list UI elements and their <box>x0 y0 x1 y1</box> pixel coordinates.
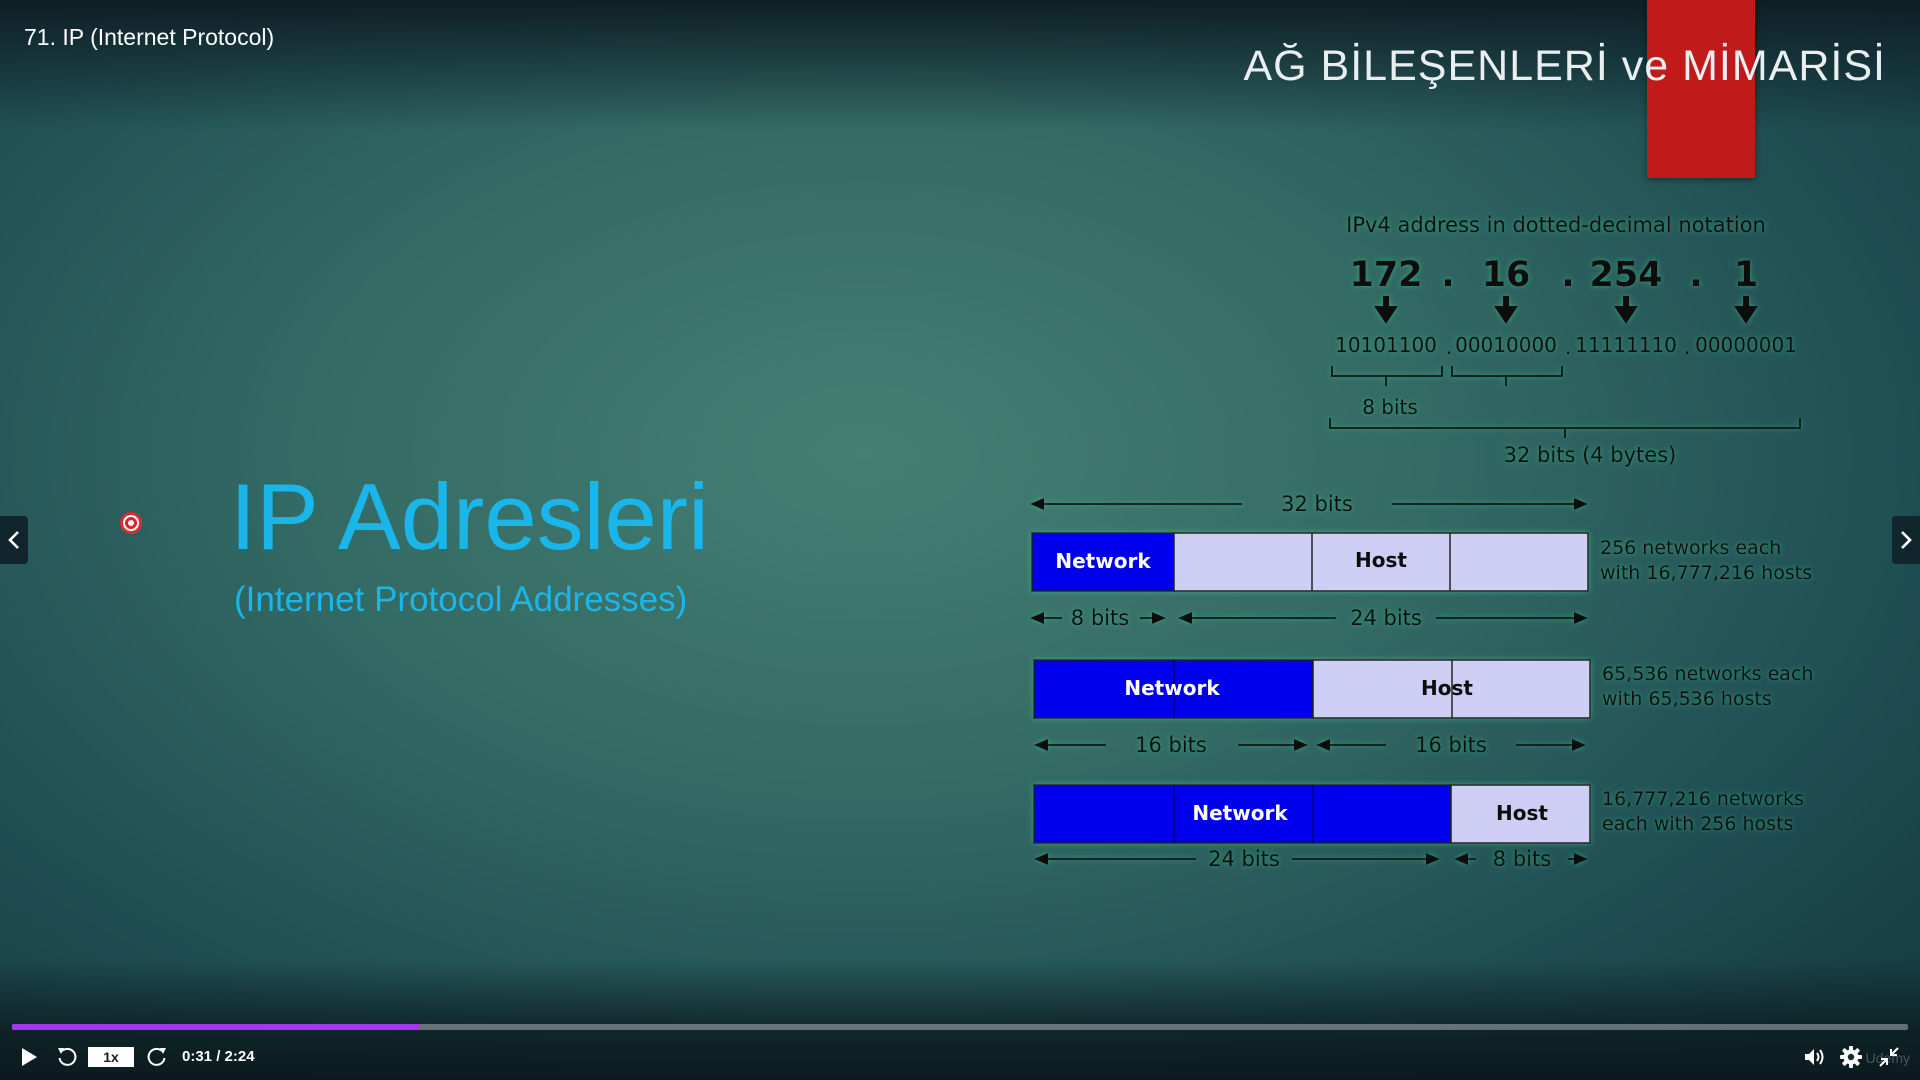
class-a-host-label: Host <box>1355 548 1407 572</box>
play-button[interactable] <box>14 1042 44 1072</box>
class-a-left-bits: 8 bits <box>1071 606 1129 630</box>
binary-dot-2: . <box>1565 335 1571 359</box>
class-c-desc-line2: each with 256 hosts <box>1602 813 1793 835</box>
progress-bar[interactable] <box>12 1024 1908 1030</box>
class-b-bar <box>1033 659 1591 719</box>
gear-icon <box>1840 1046 1862 1068</box>
class-b-right-bits: 16 bits <box>1415 733 1487 757</box>
class-b-network-label: Network <box>1124 676 1220 700</box>
binary-octet-3: 11111110 <box>1575 333 1677 357</box>
octet-4: 1 <box>1734 255 1758 295</box>
class-c-left-bits: 24 bits <box>1208 847 1280 871</box>
octet-3: 254 <box>1589 255 1662 295</box>
slide-main-title: IP Adresleri <box>230 464 709 569</box>
chevron-right-icon <box>1901 531 1912 549</box>
class-c-right-bits: 8 bits <box>1493 847 1551 871</box>
class-b-desc-line1: 65,536 networks each <box>1602 663 1813 685</box>
ipv4-caption: IPv4 address in dotted-decimal notation <box>1346 213 1766 237</box>
class-b-left-bits: 16 bits <box>1135 733 1207 757</box>
forward-button[interactable] <box>142 1042 172 1072</box>
ip-address-diagram: IPv4 address in dotted-decimal notation … <box>1000 200 1860 900</box>
chevron-left-icon <box>8 531 19 549</box>
class-b-desc-line2: with 65,536 hosts <box>1602 688 1772 710</box>
exit-fullscreen-icon <box>1879 1047 1899 1067</box>
player-control-bar: 1x 0:31 / 2:24 Udemy <box>0 1038 1920 1080</box>
volume-button[interactable] <box>1800 1042 1830 1072</box>
octet-dot-1: . <box>1441 255 1454 295</box>
progress-fill <box>12 1024 420 1030</box>
forward-5-icon <box>147 1047 166 1066</box>
slide-sub-title: (Internet Protocol Addresses) <box>234 580 688 619</box>
video-stage[interactable]: 71. IP (Internet Protocol) AĞ BİLEŞENLER… <box>0 0 1920 1080</box>
class-c-desc-line1: 16,777,216 networks <box>1602 788 1804 810</box>
rewind-button[interactable] <box>52 1042 82 1072</box>
video-title: 71. IP (Internet Protocol) <box>24 24 275 50</box>
class-c-host-label: Host <box>1496 801 1548 825</box>
next-lecture-button[interactable] <box>1892 516 1920 564</box>
volume-icon <box>1805 1049 1824 1065</box>
down-arrow-icon <box>1374 296 1758 324</box>
top-32bits-label: 32 bits <box>1281 492 1353 516</box>
exit-fullscreen-button[interactable] <box>1874 1042 1904 1072</box>
ip-diagram-svg: IPv4 address in dotted-decimal notation … <box>1030 213 1813 871</box>
binary-octet-1: 10101100 <box>1335 333 1437 357</box>
class-a-desc-line2: with 16,777,216 hosts <box>1600 562 1812 584</box>
binary-dot-3: . <box>1684 335 1690 359</box>
class-a-right-bits: 24 bits <box>1350 606 1422 630</box>
class-b-host-label: Host <box>1421 676 1473 700</box>
cursor-highlight-icon <box>120 512 142 534</box>
octet-dot-3: . <box>1689 255 1702 295</box>
binary-octet-4: 00000001 <box>1695 333 1797 357</box>
slide-heading: AĞ BİLEŞENLERİ ve MİMARİSİ <box>1243 42 1886 90</box>
play-icon <box>22 1048 37 1066</box>
octet-dot-2: . <box>1561 255 1574 295</box>
class-a-desc-line1: 256 networks each <box>1600 537 1781 559</box>
rewind-5-icon <box>58 1047 77 1066</box>
byte-label: 8 bits <box>1362 395 1418 419</box>
class-c-network-label: Network <box>1192 801 1288 825</box>
octet-2: 16 <box>1482 255 1531 295</box>
class-a-network-label: Network <box>1055 549 1151 573</box>
binary-octet-2: 00010000 <box>1455 333 1557 357</box>
time-readout: 0:31 / 2:24 <box>182 1048 255 1065</box>
total-bits-label: 32 bits (4 bytes) <box>1504 443 1677 467</box>
settings-button[interactable] <box>1836 1042 1866 1072</box>
class-b-dimension-arrows <box>1034 739 1586 751</box>
previous-lecture-button[interactable] <box>0 516 28 564</box>
octet-1: 172 <box>1349 255 1422 295</box>
playback-speed-button[interactable]: 1x <box>88 1047 134 1067</box>
binary-dot-1: . <box>1446 335 1452 359</box>
